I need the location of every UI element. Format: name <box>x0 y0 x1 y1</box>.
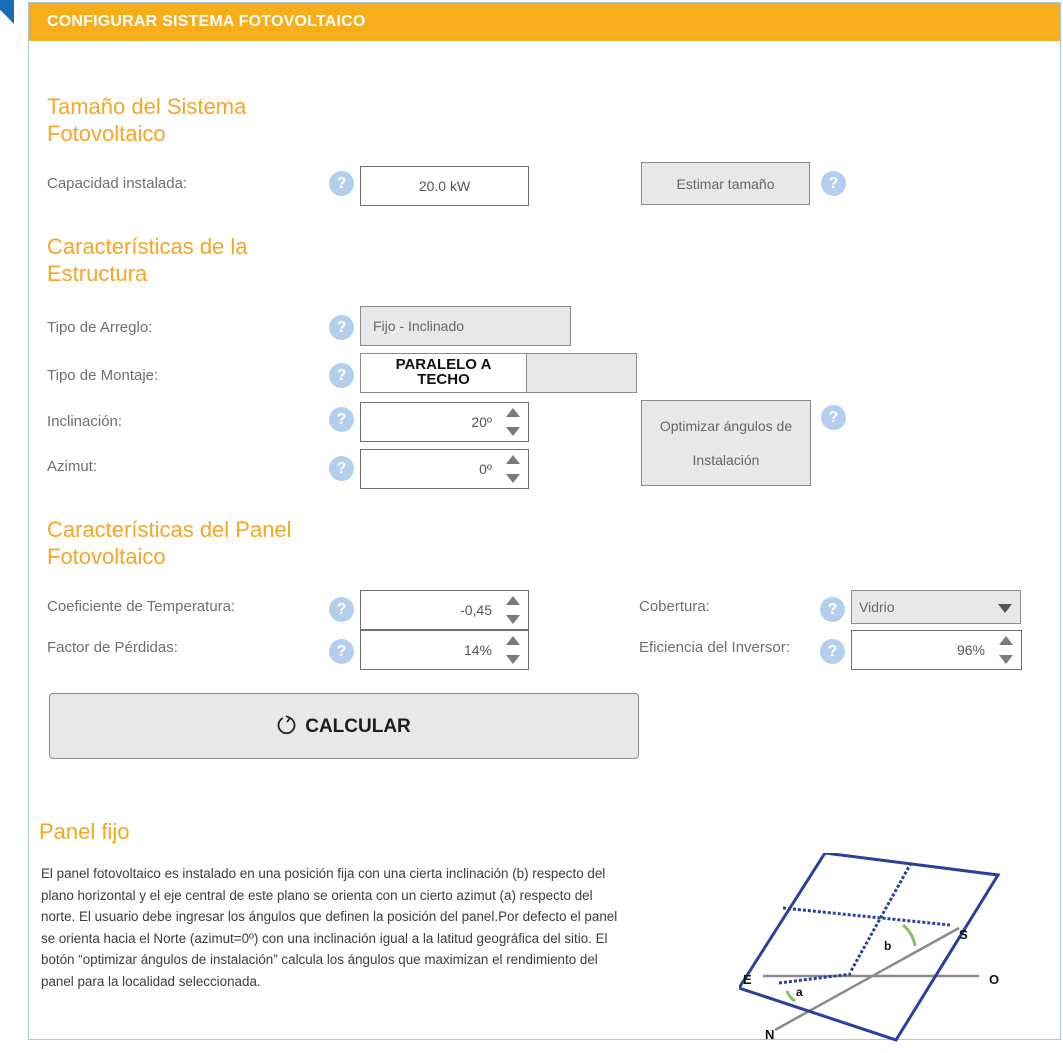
west-label: O <box>989 972 999 987</box>
tilt-angle-arc <box>901 923 917 947</box>
section-title-panel: Características del Panel Fotovoltaico <box>47 516 292 570</box>
south-label: S <box>959 927 968 942</box>
optimize-button-line: Instalación <box>692 452 760 468</box>
azimuth-angle-arc <box>785 990 796 1003</box>
cover-value: Vidrio <box>859 599 895 615</box>
inverter-eff-label: Eficiencia del Inversor: <box>639 639 790 656</box>
capacity-value: 20.0 kW <box>418 178 471 194</box>
panel-center-line <box>782 906 951 927</box>
azimuth-input[interactable]: 0º <box>360 449 529 489</box>
section-title-line: Fotovoltaico <box>47 121 166 146</box>
north-label: N <box>765 1027 774 1042</box>
azimuth-help-icon[interactable]: ? <box>329 456 354 481</box>
optimize-button-line: Optimizar ángulos de <box>659 418 793 434</box>
tilt-angle-label: b <box>884 939 891 953</box>
section-title-line: Fotovoltaico <box>47 544 166 569</box>
inverter-eff-spinner[interactable] <box>995 634 1017 666</box>
capacity-help-icon[interactable]: ? <box>329 171 354 196</box>
azimuth-label: Azimut: <box>47 458 98 475</box>
optimize-help-icon[interactable]: ? <box>821 405 846 430</box>
section-title-line: Características del Panel <box>47 517 292 542</box>
cover-label: Cobertura: <box>639 598 710 615</box>
panel-orientation-diagram: E O N S a b <box>739 853 1001 1042</box>
spinner-down-icon[interactable] <box>506 427 520 436</box>
refresh-icon <box>277 715 296 735</box>
azimuth-angle-label: a <box>796 985 803 999</box>
spinner-down-icon[interactable] <box>506 655 520 664</box>
info-title: Panel fijo <box>39 819 130 844</box>
azimuth-value: 0º <box>479 461 492 477</box>
spinner-up-icon[interactable] <box>999 636 1013 645</box>
estimate-help-icon[interactable]: ? <box>821 171 846 196</box>
capacity-input[interactable]: 20.0 kW <box>360 166 529 206</box>
array-type-select[interactable]: Fijo - Inclinado <box>360 306 571 346</box>
tilt-spinner[interactable] <box>502 406 524 438</box>
info-description: El panel fotovoltaico es instalado en un… <box>41 863 761 992</box>
config-panel: CONFIGURAR SISTEMA FOTOVOLTAICO Tamaño d… <box>28 2 1061 1042</box>
mount-option-parallel-roof[interactable]: PARALELO A TECHO <box>361 354 527 392</box>
array-type-label: Tipo de Arreglo: <box>47 319 153 336</box>
info-line: El panel fotovoltaico es instalado en un… <box>41 866 606 881</box>
cover-select[interactable]: Vidrio <box>851 590 1021 624</box>
loss-factor-label: Factor de Pérdidas: <box>47 639 178 656</box>
section-title-structure: Características de la Estructura <box>47 233 248 287</box>
spinner-down-icon[interactable] <box>506 615 520 624</box>
array-type-help-icon[interactable]: ? <box>329 315 354 340</box>
section-title-system-size: Tamaño del Sistema Fotovoltaico <box>47 93 246 147</box>
inverter-eff-help-icon[interactable]: ? <box>820 639 845 664</box>
left-accent-decoration <box>0 0 14 24</box>
calculate-button-content: CALCULAR <box>50 714 638 738</box>
inverter-eff-value: 96% <box>956 642 985 658</box>
temp-coef-value: -0,45 <box>460 602 492 618</box>
inverter-eff-input[interactable]: 96% <box>851 630 1022 670</box>
capacity-label: Capacidad instalada: <box>47 175 188 192</box>
tilt-label: Inclinación: <box>47 413 123 430</box>
calculate-button[interactable]: CALCULAR <box>49 693 639 759</box>
panel-header: CONFIGURAR SISTEMA FOTOVOLTAICO <box>29 3 1060 41</box>
mount-type-selector: PARALELO A TECHO <box>360 353 637 393</box>
section-title-line: Características de la <box>47 234 248 259</box>
temp-coef-label: Coeficiente de Temperatura: <box>47 598 236 615</box>
temp-coef-input[interactable]: -0,45 <box>360 590 529 630</box>
temp-coef-spinner[interactable] <box>502 594 524 626</box>
mount-option-line: PARALELO A <box>395 356 492 373</box>
east-label: E <box>743 972 752 987</box>
info-line: plano horizontal y el eje central de est… <box>41 887 593 903</box>
info-line: panel para la localidad seleccionada. <box>41 973 261 989</box>
panel-header-title: CONFIGURAR SISTEMA FOTOVOLTAICO <box>47 13 366 30</box>
spinner-down-icon[interactable] <box>506 474 520 483</box>
spinner-up-icon[interactable] <box>506 636 520 645</box>
mount-option-line: TECHO <box>417 371 470 388</box>
mount-type-label: Tipo de Montaje: <box>47 367 159 384</box>
loss-factor-input[interactable]: 14% <box>360 630 529 670</box>
spinner-up-icon[interactable] <box>506 596 520 605</box>
info-line: botón “optimizar ángulos de instalación”… <box>41 952 598 967</box>
spinner-up-icon[interactable] <box>506 408 520 417</box>
mount-type-help-icon[interactable]: ? <box>329 363 354 388</box>
estimate-size-button[interactable]: Estimar tamaño <box>641 162 810 205</box>
spinner-up-icon[interactable] <box>506 455 520 464</box>
panel-outline <box>739 853 1001 1042</box>
section-title-line: Tamaño del Sistema <box>47 94 247 119</box>
cover-help-icon[interactable]: ? <box>820 597 845 622</box>
section-title-line: Estructura <box>47 261 148 286</box>
loss-factor-value: 14% <box>463 642 492 658</box>
azimuth-spinner[interactable] <box>502 453 524 485</box>
tilt-help-icon[interactable]: ? <box>329 407 354 432</box>
loss-factor-spinner[interactable] <box>502 634 524 666</box>
info-line: se orienta hacia el Norte (azimut=0º) co… <box>41 930 608 946</box>
chevron-down-icon <box>998 604 1012 613</box>
calculate-button-label: CALCULAR <box>305 716 411 737</box>
tilt-value: 20º <box>471 414 492 430</box>
spinner-down-icon[interactable] <box>999 655 1013 664</box>
optimize-angles-button[interactable]: Optimizar ángulos de Instalación <box>641 400 811 486</box>
temp-coef-help-icon[interactable]: ? <box>329 597 354 622</box>
loss-factor-help-icon[interactable]: ? <box>329 639 354 664</box>
info-line: norte. El usuario debe ingresar los ángu… <box>41 909 618 924</box>
tilt-input[interactable]: 20º <box>360 402 529 442</box>
